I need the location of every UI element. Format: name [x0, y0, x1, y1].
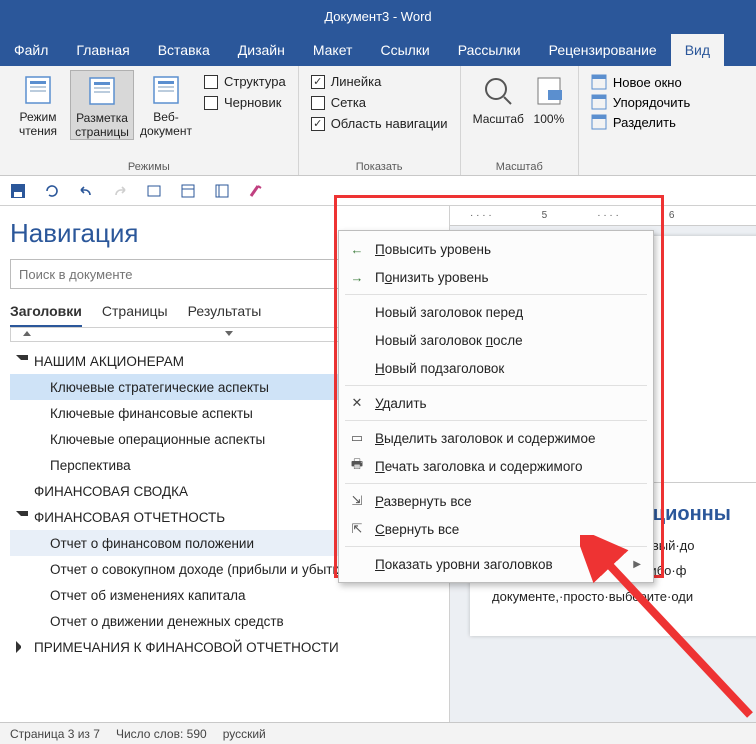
ribbon-group-views: РежимчтенияРазметкастраницыВеб-документ …	[0, 66, 299, 175]
qat-icon[interactable]	[180, 183, 196, 199]
window-button[interactable]: Новое окно	[591, 74, 690, 90]
window-title: Документ3 - Word	[324, 9, 431, 24]
caret-icon	[16, 641, 28, 653]
menu-item[interactable]: ←Повысить уровень	[339, 235, 653, 263]
zoom-button[interactable]: Масштаб	[473, 74, 524, 126]
caret-icon	[16, 511, 28, 523]
view-mode-button[interactable]: Веб-документ	[134, 70, 198, 140]
status-page[interactable]: Страница 3 из 7	[10, 727, 100, 741]
qat-icon[interactable]	[214, 183, 230, 199]
horizontal-ruler: · · · · 5· · · · 6	[450, 206, 756, 226]
status-lang[interactable]: русский	[223, 727, 266, 741]
tab-рецензирование[interactable]: Рецензирование	[535, 34, 671, 66]
repeat-icon[interactable]	[44, 183, 60, 199]
checkbox-Область навигации[interactable]: ✓Область навигации	[311, 116, 448, 131]
ribbon-group-label: Масштаб	[467, 159, 572, 173]
save-icon[interactable]	[10, 183, 26, 199]
tree-item[interactable]: Отчет о движении денежных средств	[10, 608, 439, 634]
checkbox-Черновик[interactable]: Черновик	[204, 95, 286, 110]
title-bar: Документ3 - Word	[0, 0, 756, 32]
checkbox-Структура[interactable]: Структура	[204, 74, 286, 89]
tab-дизайн[interactable]: Дизайн	[224, 34, 299, 66]
menu-item[interactable]: ▭Выделить заголовок и содержимое	[339, 424, 653, 452]
status-words[interactable]: Число слов: 590	[116, 727, 207, 741]
window-button[interactable]: Упорядочить	[591, 94, 690, 110]
tree-item[interactable]: ПРИМЕЧАНИЯ К ФИНАНСОВОЙ ОТЧЕТНОСТИ	[10, 634, 439, 660]
nav-tab-Результаты[interactable]: Результаты	[188, 303, 262, 327]
view-mode-button[interactable]: Режимчтения	[6, 70, 70, 140]
tab-вставка[interactable]: Вставка	[144, 34, 224, 66]
tab-рассылки[interactable]: Рассылки	[444, 34, 535, 66]
menu-item[interactable]: →Понизить уровень	[339, 263, 653, 291]
menu-item[interactable]: Новый заголовок после	[339, 326, 653, 354]
doc-p: документе,·просто·выберите·оди	[492, 587, 756, 607]
nav-tab-Заголовки[interactable]: Заголовки	[10, 303, 82, 327]
menu-item[interactable]: Показать уровни заголовков▶	[339, 550, 653, 578]
tab-макет[interactable]: Макет	[299, 34, 367, 66]
tree-item[interactable]: Отчет об изменениях капитала	[10, 582, 439, 608]
qat-icon[interactable]	[146, 183, 162, 199]
ribbon: РежимчтенияРазметкастраницыВеб-документ …	[0, 66, 756, 176]
clear-format-icon[interactable]	[248, 183, 264, 199]
status-bar: Страница 3 из 7 Число слов: 590 русский	[0, 722, 756, 744]
ribbon-group-label: Режимы	[6, 159, 292, 173]
undo-icon[interactable]	[78, 183, 94, 199]
tab-файл[interactable]: Файл	[0, 34, 62, 66]
tab-вид[interactable]: Вид	[671, 34, 724, 66]
context-menu: ←Повысить уровень→Понизить уровень Новый …	[338, 230, 654, 583]
menu-item[interactable]: Новый подзаголовок	[339, 354, 653, 382]
menu-item[interactable]: 🖶Печать заголовка и содержимого	[339, 452, 653, 480]
menu-item[interactable]: ⇱Свернуть все	[339, 515, 653, 543]
ribbon-group-label: Показать	[305, 159, 454, 173]
zoom-100-button[interactable]: 100%	[532, 74, 566, 126]
ribbon-group-show: ✓Линейка Сетка ✓Область навигации Показать	[299, 66, 461, 175]
caret-icon	[16, 355, 28, 367]
redo-icon[interactable]	[112, 183, 128, 199]
window-button[interactable]: Разделить	[591, 114, 690, 130]
ribbon-tabs: ФайлГлавнаяВставкаДизайнМакетСсылкиРассы…	[0, 32, 756, 66]
ribbon-group-window: Новое окно Упорядочить Разделить	[579, 66, 702, 175]
checkbox-Сетка[interactable]: Сетка	[311, 95, 448, 110]
tab-ссылки[interactable]: Ссылки	[366, 34, 443, 66]
view-mode-button[interactable]: Разметкастраницы	[70, 70, 134, 140]
ribbon-group-zoom: Масштаб 100% Масштаб	[461, 66, 579, 175]
menu-item[interactable]: ✕Удалить	[339, 389, 653, 417]
menu-item[interactable]: ⇲Развернуть все	[339, 487, 653, 515]
quick-access-toolbar	[0, 176, 756, 206]
nav-tab-Страницы[interactable]: Страницы	[102, 303, 168, 327]
tab-главная[interactable]: Главная	[62, 34, 143, 66]
checkbox-Линейка[interactable]: ✓Линейка	[311, 74, 448, 89]
menu-item[interactable]: Новый заголовок перед	[339, 298, 653, 326]
